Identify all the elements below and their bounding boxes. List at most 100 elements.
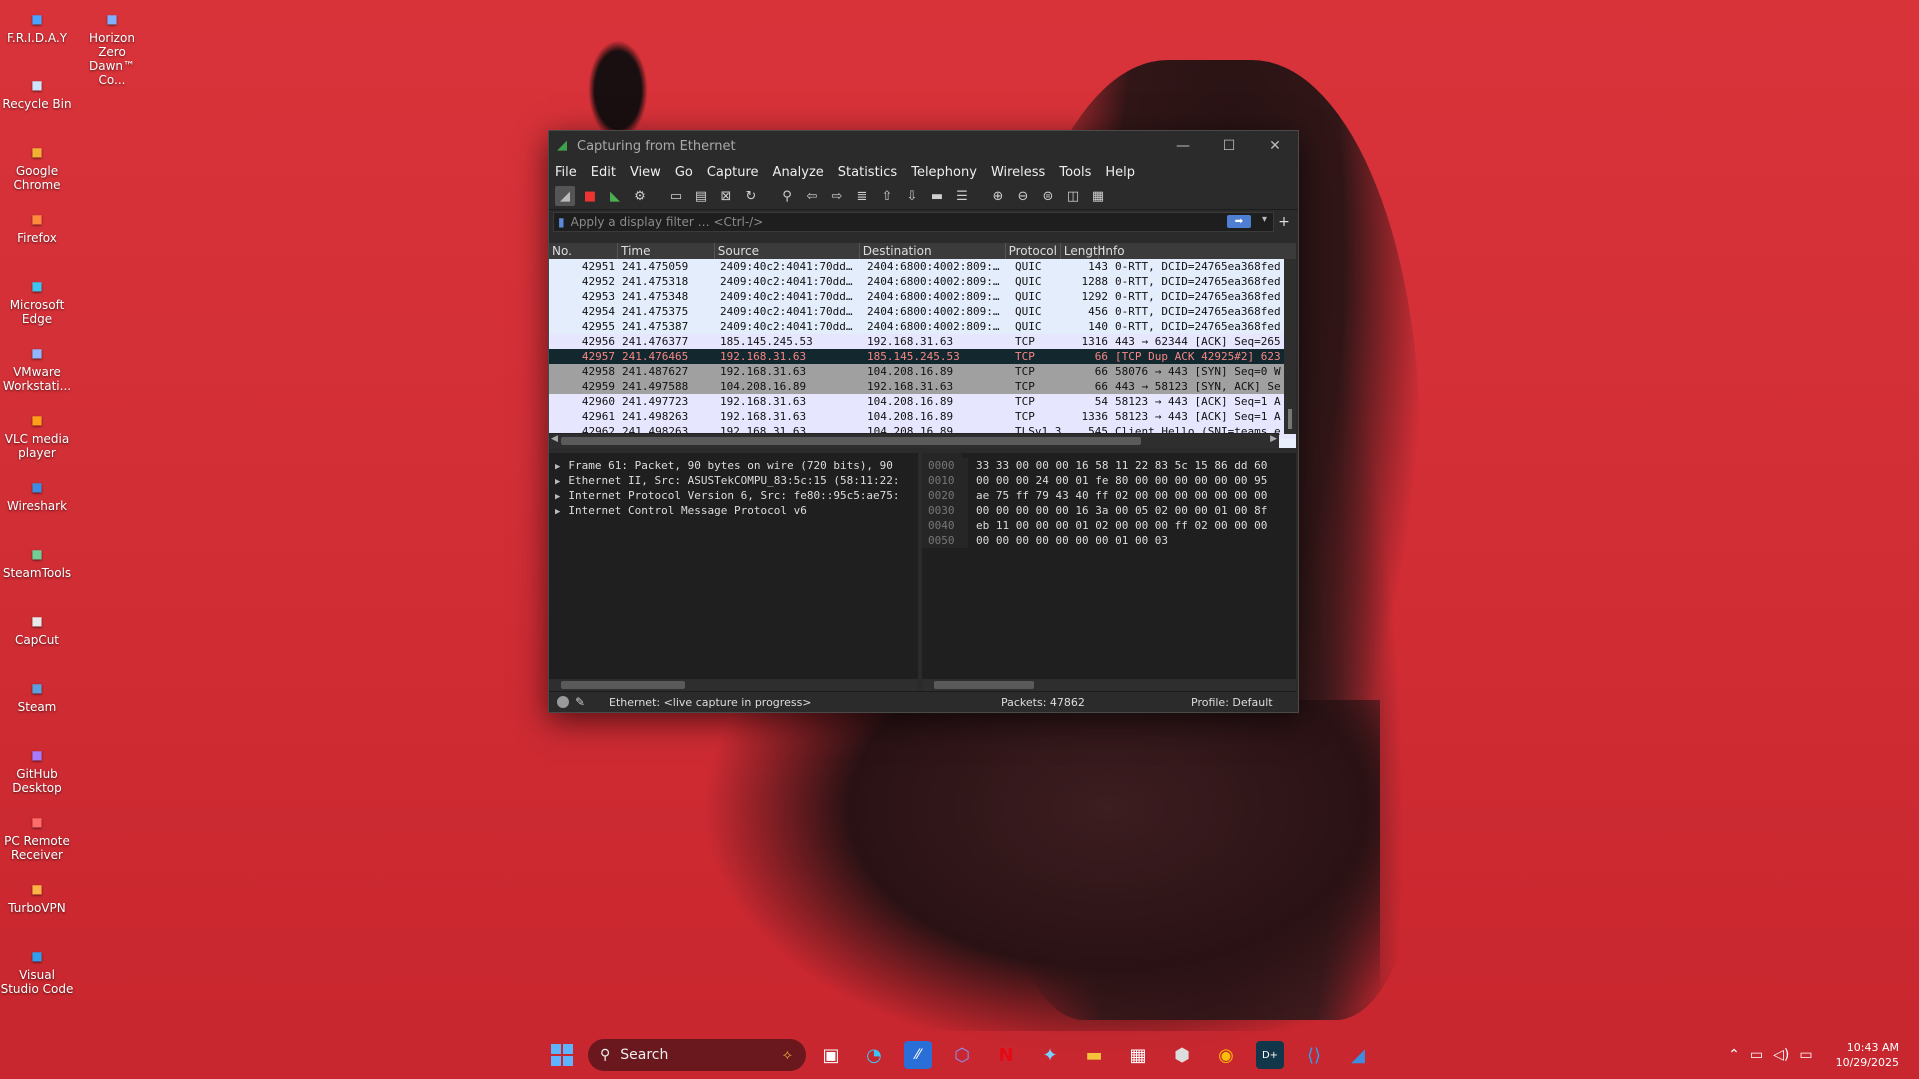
find-packet-icon[interactable]: ⚲: [777, 186, 797, 206]
save-file-icon[interactable]: ▤: [691, 186, 711, 206]
capture-options-icon[interactable]: ⚙: [630, 186, 650, 206]
column-destination[interactable]: Destination: [860, 243, 1006, 259]
menu-statistics[interactable]: Statistics: [838, 165, 897, 180]
desktop-icon[interactable]: ■ Wireshark: [0, 478, 74, 513]
bytes-row[interactable]: 0030 00 00 00 00 00 16 3a 00 05 02 00 00 …: [922, 503, 1296, 518]
packet-row[interactable]: 42959 241.497588 104.208.16.89 192.168.31.6…: [549, 379, 1296, 394]
go-forward-icon[interactable]: ⇨: [827, 186, 847, 206]
clock[interactable]: 10:43 AM 10/29/2025: [1836, 1040, 1899, 1070]
packet-row[interactable]: 42960 241.497723 192.168.31.63 104.208.16.8…: [549, 394, 1296, 409]
menu-file[interactable]: File: [555, 165, 577, 180]
expand-arrow-icon[interactable]: ▶: [555, 507, 560, 517]
packet-row[interactable]: 42961 241.498263 192.168.31.63 104.208.16.8…: [549, 409, 1296, 424]
column-no[interactable]: No.: [549, 243, 619, 259]
bytes-row[interactable]: 0050 00 00 00 00 00 00 00 01 00 03: [922, 533, 1296, 548]
bytes-row[interactable]: 0000 33 33 00 00 00 16 58 11 22 83 5c 15 …: [922, 458, 1296, 473]
scroll-thumb[interactable]: [1288, 409, 1292, 429]
add-filter-button[interactable]: +: [1274, 214, 1294, 230]
bytes-row[interactable]: 0040 eb 11 00 00 00 01 02 00 00 00 ff 02 …: [922, 518, 1296, 533]
desktop-icon[interactable]: ■ Visual Studio Code: [0, 947, 74, 996]
menu-view[interactable]: View: [630, 165, 661, 180]
desktop-icon[interactable]: ■ SteamTools: [0, 545, 74, 580]
restart-capture-icon[interactable]: ◣: [605, 186, 625, 206]
teams-icon[interactable]: ⬡: [948, 1041, 976, 1069]
desktop-icon[interactable]: ■ Recycle Bin: [0, 76, 74, 111]
desktop-icon[interactable]: ■ F.R.I.D.A.Y: [0, 10, 74, 45]
desktop-icon[interactable]: ■ Steam: [0, 679, 74, 714]
detail-row-ethernet[interactable]: ▶ Ethernet II, Src: ASUSTekCOMPU_83:5c:15…: [549, 473, 918, 488]
menu-capture[interactable]: Capture: [707, 165, 759, 180]
packet-list-hscroll[interactable]: ◀ ▶: [549, 433, 1279, 448]
packet-row[interactable]: 42951 241.475059 2409:40c2:4041:70dd… 2404:…: [549, 259, 1296, 274]
desktop-icon[interactable]: ■ GitHub Desktop: [0, 746, 74, 795]
layout-icon[interactable]: ▦: [1088, 186, 1108, 206]
bytes-row[interactable]: 0020 ae 75 ff 79 43 40 ff 02 00 00 00 00 …: [922, 488, 1296, 503]
packet-row[interactable]: 42955 241.475387 2409:40c2:4041:70dd… 2404:…: [549, 319, 1296, 334]
menu-help[interactable]: Help: [1105, 165, 1135, 180]
bookmark-icon[interactable]: ▮: [558, 215, 565, 229]
expand-arrow-icon[interactable]: ▶: [555, 477, 560, 487]
status-profile[interactable]: Profile: Default: [1191, 696, 1273, 709]
minimize-button[interactable]: —: [1160, 138, 1206, 154]
scroll-thumb[interactable]: [561, 681, 685, 689]
expand-arrow-icon[interactable]: ▶: [555, 492, 560, 502]
packet-row[interactable]: 42956 241.476377 185.145.245.53 192.168.31.…: [549, 334, 1296, 349]
desktop-icon[interactable]: ■ Microsoft Edge: [0, 277, 74, 326]
packet-row[interactable]: 42953 241.475348 2409:40c2:4041:70dd… 2404:…: [549, 289, 1296, 304]
scroll-thumb[interactable]: [934, 681, 1034, 689]
packet-row[interactable]: 42957 241.476465 192.168.31.63 185.145.245.…: [549, 349, 1296, 364]
scroll-left-icon[interactable]: ◀: [551, 434, 558, 444]
unity-icon[interactable]: ⬢: [1168, 1041, 1196, 1069]
store-icon[interactable]: ▦: [1124, 1041, 1152, 1069]
task-view-icon[interactable]: ▣: [817, 1041, 845, 1069]
colorize-icon[interactable]: ☰: [952, 186, 972, 206]
volume-icon[interactable]: ◁): [1773, 1047, 1789, 1063]
network-icon[interactable]: ▭: [1750, 1047, 1763, 1063]
apply-filter-button[interactable]: ➡: [1227, 215, 1251, 228]
capture-comment-icon[interactable]: ✎: [575, 695, 589, 709]
bytes-row[interactable]: 0010 00 00 00 24 00 01 fe 80 00 00 00 00 …: [922, 473, 1296, 488]
go-first-icon[interactable]: ⇧: [877, 186, 897, 206]
menu-go[interactable]: Go: [675, 165, 693, 180]
resize-columns-icon[interactable]: ◫: [1063, 186, 1083, 206]
disney-icon[interactable]: D+: [1256, 1041, 1284, 1069]
column-info[interactable]: Info: [1099, 243, 1296, 259]
title-bar[interactable]: ◢ Capturing from Ethernet — ☐ ✕: [549, 131, 1298, 161]
packet-row[interactable]: 42958 241.487627 192.168.31.63 104.208.16.8…: [549, 364, 1296, 379]
menu-telephony[interactable]: Telephony: [911, 165, 977, 180]
desktop-icon[interactable]: ■ Firefox: [0, 210, 74, 245]
desktop-icon[interactable]: ■ VLC media player: [0, 411, 74, 460]
scroll-right-icon[interactable]: ▶: [1270, 434, 1277, 444]
go-last-icon[interactable]: ⇩: [902, 186, 922, 206]
maximize-button[interactable]: ☐: [1206, 138, 1252, 154]
desktop-icon[interactable]: ■ PC Remote Receiver: [0, 813, 74, 862]
go-back-icon[interactable]: ⇦: [802, 186, 822, 206]
menu-wireless[interactable]: Wireless: [991, 165, 1045, 180]
details-hscroll[interactable]: [549, 679, 918, 691]
file-explorer-icon[interactable]: ▬: [1080, 1041, 1108, 1069]
windows-start-icon[interactable]: [548, 1041, 576, 1069]
detail-row-icmpv6[interactable]: ▶ Internet Control Message Protocol v6: [549, 503, 918, 518]
packet-row[interactable]: 42952 241.475318 2409:40c2:4041:70dd… 2404:…: [549, 274, 1296, 289]
desktop-icon[interactable]: ■ TurboVPN: [0, 880, 74, 915]
column-protocol[interactable]: Protocol: [1006, 243, 1061, 259]
app-icon[interactable]: ⁄⁄: [904, 1041, 932, 1069]
expand-arrow-icon[interactable]: ▶: [555, 462, 560, 472]
desktop-icon[interactable]: ■ VMware Workstati...: [0, 344, 74, 393]
display-filter-input[interactable]: ▮ Apply a display filter … <Ctrl-/> ➡ ▾: [553, 212, 1274, 232]
edge-icon[interactable]: ◔: [860, 1041, 888, 1069]
detail-row-ipv6[interactable]: ▶ Internet Protocol Version 6, Src: fe80:…: [549, 488, 918, 503]
desktop-icon[interactable]: ■ Google Chrome: [0, 143, 74, 192]
autoscroll-icon[interactable]: ▬: [927, 186, 947, 206]
chrome-icon[interactable]: ◉: [1212, 1041, 1240, 1069]
zoom-in-icon[interactable]: ⊕: [988, 186, 1008, 206]
scroll-thumb[interactable]: [561, 437, 1141, 445]
chevron-down-icon[interactable]: ▾: [1262, 214, 1267, 225]
vscode-icon[interactable]: ⟨⟩: [1300, 1041, 1328, 1069]
taskbar-search[interactable]: ⚲ Search ⟡: [588, 1039, 806, 1071]
column-time[interactable]: Time: [618, 243, 715, 259]
zoom-out-icon[interactable]: ⊖: [1013, 186, 1033, 206]
desktop-icon[interactable]: ■ CapCut: [0, 612, 74, 647]
expert-info-icon[interactable]: [557, 696, 569, 708]
zoom-normal-icon[interactable]: ⊜: [1038, 186, 1058, 206]
